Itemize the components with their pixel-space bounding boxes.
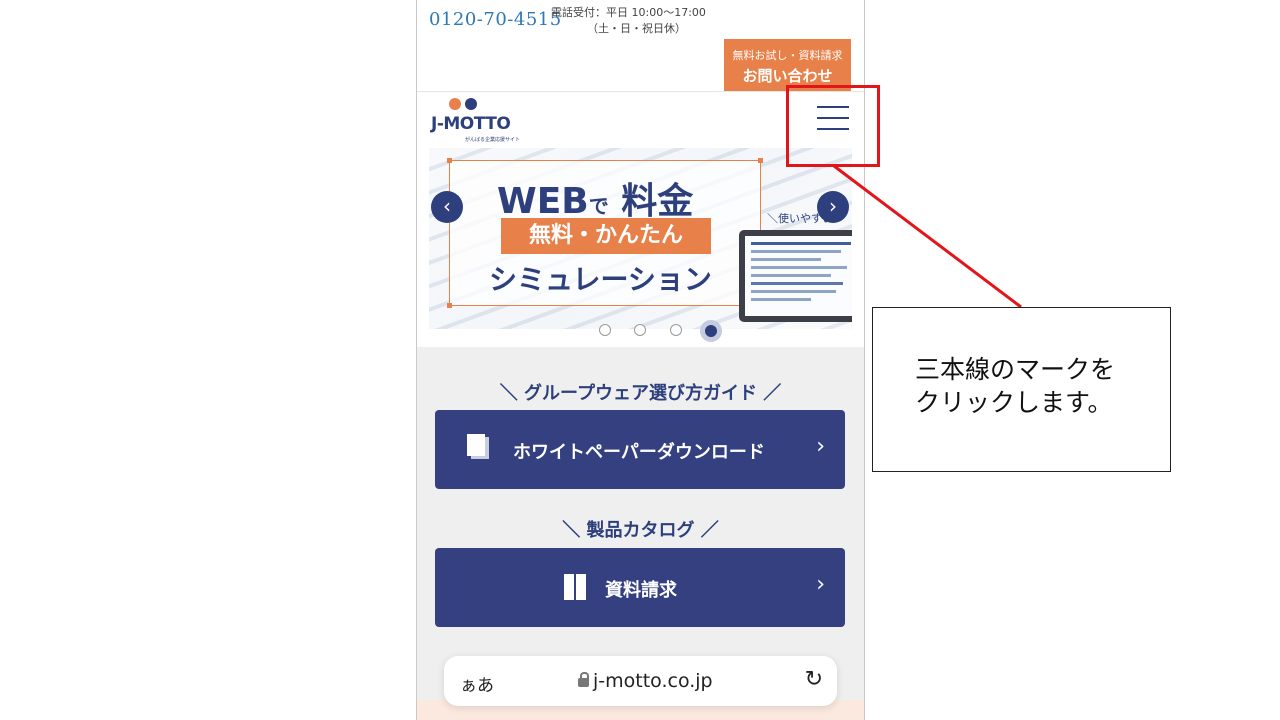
callout-text: 三本線のマークを クリックします。 — [915, 355, 1116, 417]
instruction-callout: 三本線のマークを クリックします。 — [872, 307, 1171, 472]
